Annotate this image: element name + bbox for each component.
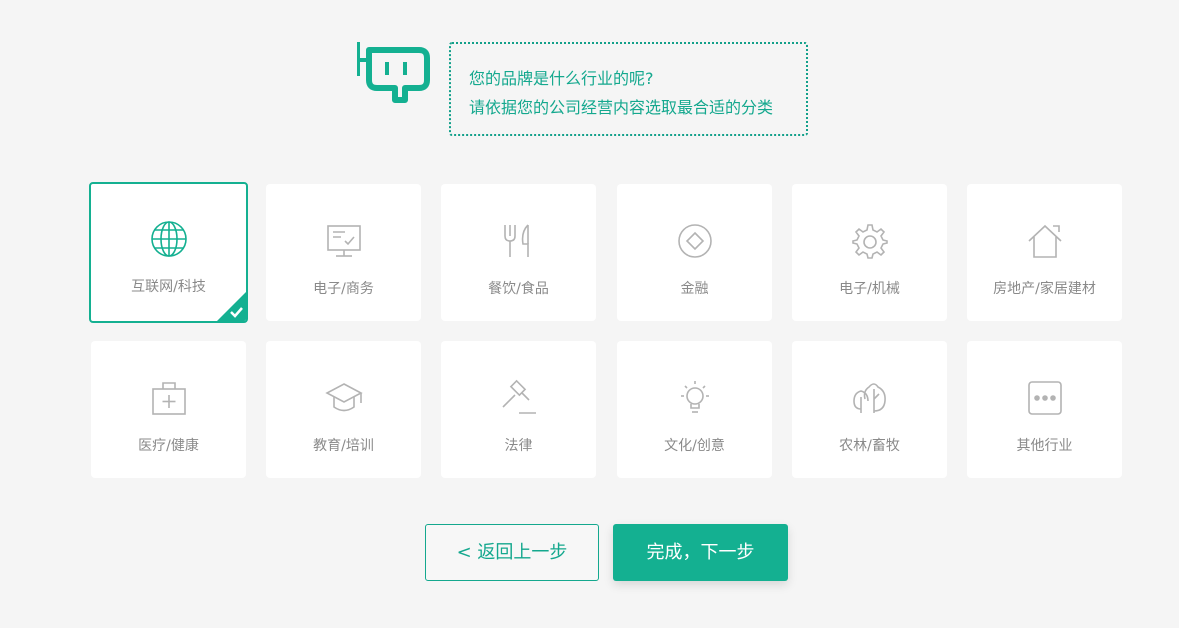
back-button[interactable]: < 返回上一步 (425, 524, 599, 581)
industry-card-ecommerce[interactable]: 电子/商务 (266, 184, 421, 321)
coin-icon (677, 224, 712, 258)
trees-icon (852, 383, 886, 413)
industry-label: 餐饮/食品 (488, 281, 549, 297)
medical-kit-icon (151, 382, 186, 415)
industry-card-law[interactable]: 法律 (441, 341, 596, 478)
industry-label: 农林/畜牧 (839, 438, 900, 454)
prompt-question: 您的品牌是什么行业的呢? (469, 69, 654, 88)
industry-label: 电子/商务 (313, 281, 374, 297)
robot-plug-logo-icon (357, 42, 430, 103)
industry-label: 医疗/健康 (138, 438, 199, 454)
finish-next-button[interactable]: 完成，下一步 (613, 524, 788, 581)
industry-label: 其他行业 (1016, 438, 1073, 454)
graduation-cap-icon (324, 383, 363, 412)
header: 您的品牌是什么行业的呢? 请依据您的公司经营内容选取最合适的分类 (355, 42, 815, 138)
industry-label: 房地产/家居建材 (993, 281, 1096, 297)
lightbulb-icon (680, 381, 709, 413)
industry-card-finance[interactable]: 金融 (617, 184, 772, 321)
more-dots-icon (1027, 381, 1062, 415)
globe-icon (150, 221, 187, 257)
gavel-icon (501, 379, 536, 414)
industry-label: 电子/机械 (839, 281, 900, 297)
fork-knife-icon (503, 224, 529, 257)
industry-label: 金融 (680, 281, 709, 297)
house-icon (1027, 224, 1062, 258)
prompt-bubble: 您的品牌是什么行业的呢? 请依据您的公司经营内容选取最合适的分类 (449, 42, 808, 136)
industry-card-other[interactable]: 其他行业 (967, 341, 1122, 478)
industry-card-culture[interactable]: 文化/创意 (617, 341, 772, 478)
industry-card-electronics-machinery[interactable]: 电子/机械 (792, 184, 947, 321)
industry-card-agriculture[interactable]: 农林/畜牧 (792, 341, 947, 478)
industry-card-medical[interactable]: 医疗/健康 (91, 341, 246, 478)
prompt-instruction: 请依据您的公司经营内容选取最合适的分类 (469, 98, 774, 117)
industry-card-internet-tech[interactable]: 互联网/科技 (89, 182, 248, 323)
industry-card-food[interactable]: 餐饮/食品 (441, 184, 596, 321)
industry-label: 法律 (504, 438, 533, 454)
monitor-icon (326, 225, 361, 257)
industry-card-education[interactable]: 教育/培训 (266, 341, 421, 478)
gear-icon (851, 224, 888, 259)
selected-check-icon (217, 292, 246, 321)
industry-label: 教育/培训 (313, 438, 374, 454)
industry-card-real-estate[interactable]: 房地产/家居建材 (967, 184, 1122, 321)
industry-label: 文化/创意 (664, 438, 725, 454)
